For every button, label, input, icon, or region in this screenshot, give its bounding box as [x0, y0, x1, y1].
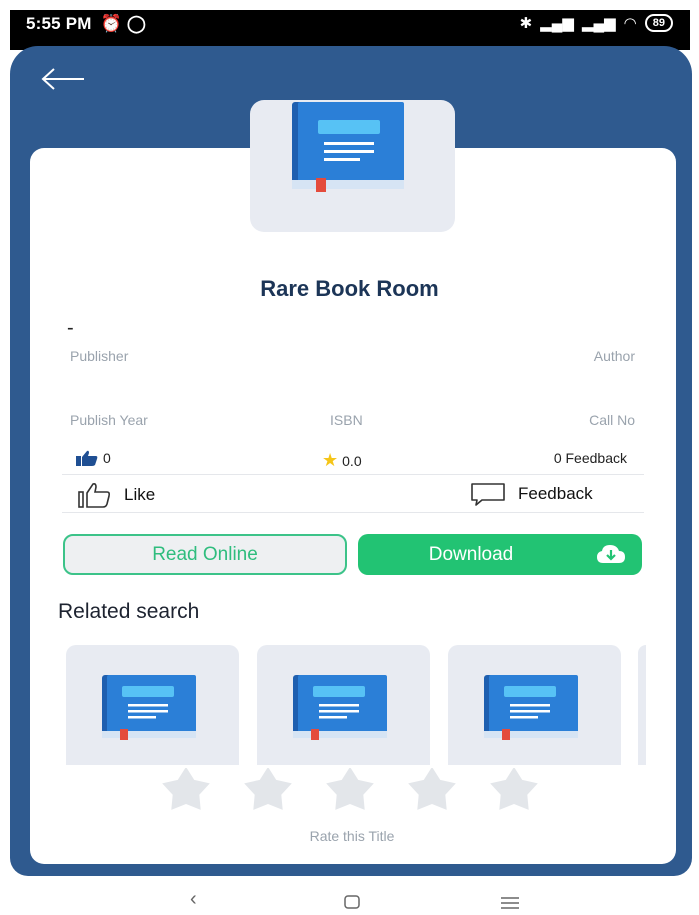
- bluetooth-icon: ✱: [519, 15, 533, 32]
- isbn-label: ISBN: [330, 412, 363, 428]
- call-no-label: Call No: [589, 412, 635, 428]
- battery-indicator: 89: [644, 14, 673, 32]
- related-heading: Related search: [58, 600, 200, 623]
- chat-bubble-icon: [471, 483, 505, 506]
- read-online-button[interactable]: Read Online: [63, 534, 347, 575]
- feedback-count: 0 Feedback: [554, 450, 627, 466]
- book-icon: [484, 675, 578, 740]
- alarm-icon: ⏰: [100, 14, 122, 33]
- related-book-card[interactable]: [257, 645, 430, 765]
- nav-menu-button[interactable]: [500, 892, 520, 915]
- back-button[interactable]: [40, 66, 86, 92]
- menu-icon: [501, 897, 519, 909]
- like-label: Like: [124, 485, 156, 504]
- book-icon: [293, 675, 387, 740]
- whatsapp-icon: ◯: [126, 14, 147, 33]
- signal-icon: ▂▄▆: [540, 15, 574, 32]
- star-icon[interactable]: [408, 768, 456, 810]
- star-icon[interactable]: [490, 768, 538, 810]
- publisher-label: Publisher: [70, 348, 129, 364]
- related-book-card[interactable]: [66, 645, 239, 765]
- download-button[interactable]: Download: [358, 534, 642, 575]
- status-icons: ✱ ▂▄▆ ▂▄▆ ◠ 89: [520, 14, 673, 32]
- like-button[interactable]: Like: [78, 482, 155, 508]
- likes-count: 0: [103, 450, 111, 466]
- publish-year-label: Publish Year: [70, 412, 148, 428]
- book-icon: [292, 102, 404, 192]
- chevron-left-icon: ‹: [190, 888, 197, 910]
- nav-home-button[interactable]: [344, 892, 360, 915]
- star-icon: ★: [322, 450, 339, 470]
- like-outline-icon: [78, 483, 111, 508]
- wifi-icon: ◠: [623, 15, 637, 32]
- book-title: Rare Book Room: [260, 276, 439, 301]
- signal-icon: ▂▄▆: [581, 15, 616, 32]
- feedback-count-text: 0 Feedback: [553, 450, 627, 466]
- star-icon[interactable]: [244, 768, 292, 810]
- book-subtitle: -: [67, 317, 74, 339]
- thumbs-up-icon: [76, 450, 98, 466]
- book-icon: [102, 675, 196, 740]
- star-icon[interactable]: [162, 768, 210, 810]
- nav-back-button[interactable]: ‹: [190, 888, 197, 911]
- arrow-left-icon: [41, 68, 84, 90]
- cloud-download-icon: [597, 545, 625, 563]
- read-online-label: Read Online: [152, 543, 258, 565]
- likes-stat: 0: [75, 450, 111, 466]
- feedback-button[interactable]: Feedback: [470, 482, 593, 506]
- download-label: Download: [428, 543, 514, 565]
- related-book-card[interactable]: [448, 645, 621, 765]
- rate-prompt: Rate this Title: [309, 828, 395, 844]
- rating-value: 0.0: [342, 452, 362, 469]
- square-icon: [344, 895, 360, 909]
- rating-stars[interactable]: [150, 768, 550, 812]
- rating-stat: ★ 0.0: [322, 450, 362, 471]
- status-time-text: 5:55 PM: [26, 14, 92, 33]
- star-icon[interactable]: [326, 768, 374, 810]
- divider: [62, 474, 644, 475]
- related-book-card-peek: [638, 645, 646, 765]
- status-time: 5:55 PM ⏰ ◯: [26, 14, 146, 34]
- divider: [62, 512, 644, 513]
- author-label: Author: [593, 348, 635, 364]
- feedback-label: Feedback: [518, 484, 593, 503]
